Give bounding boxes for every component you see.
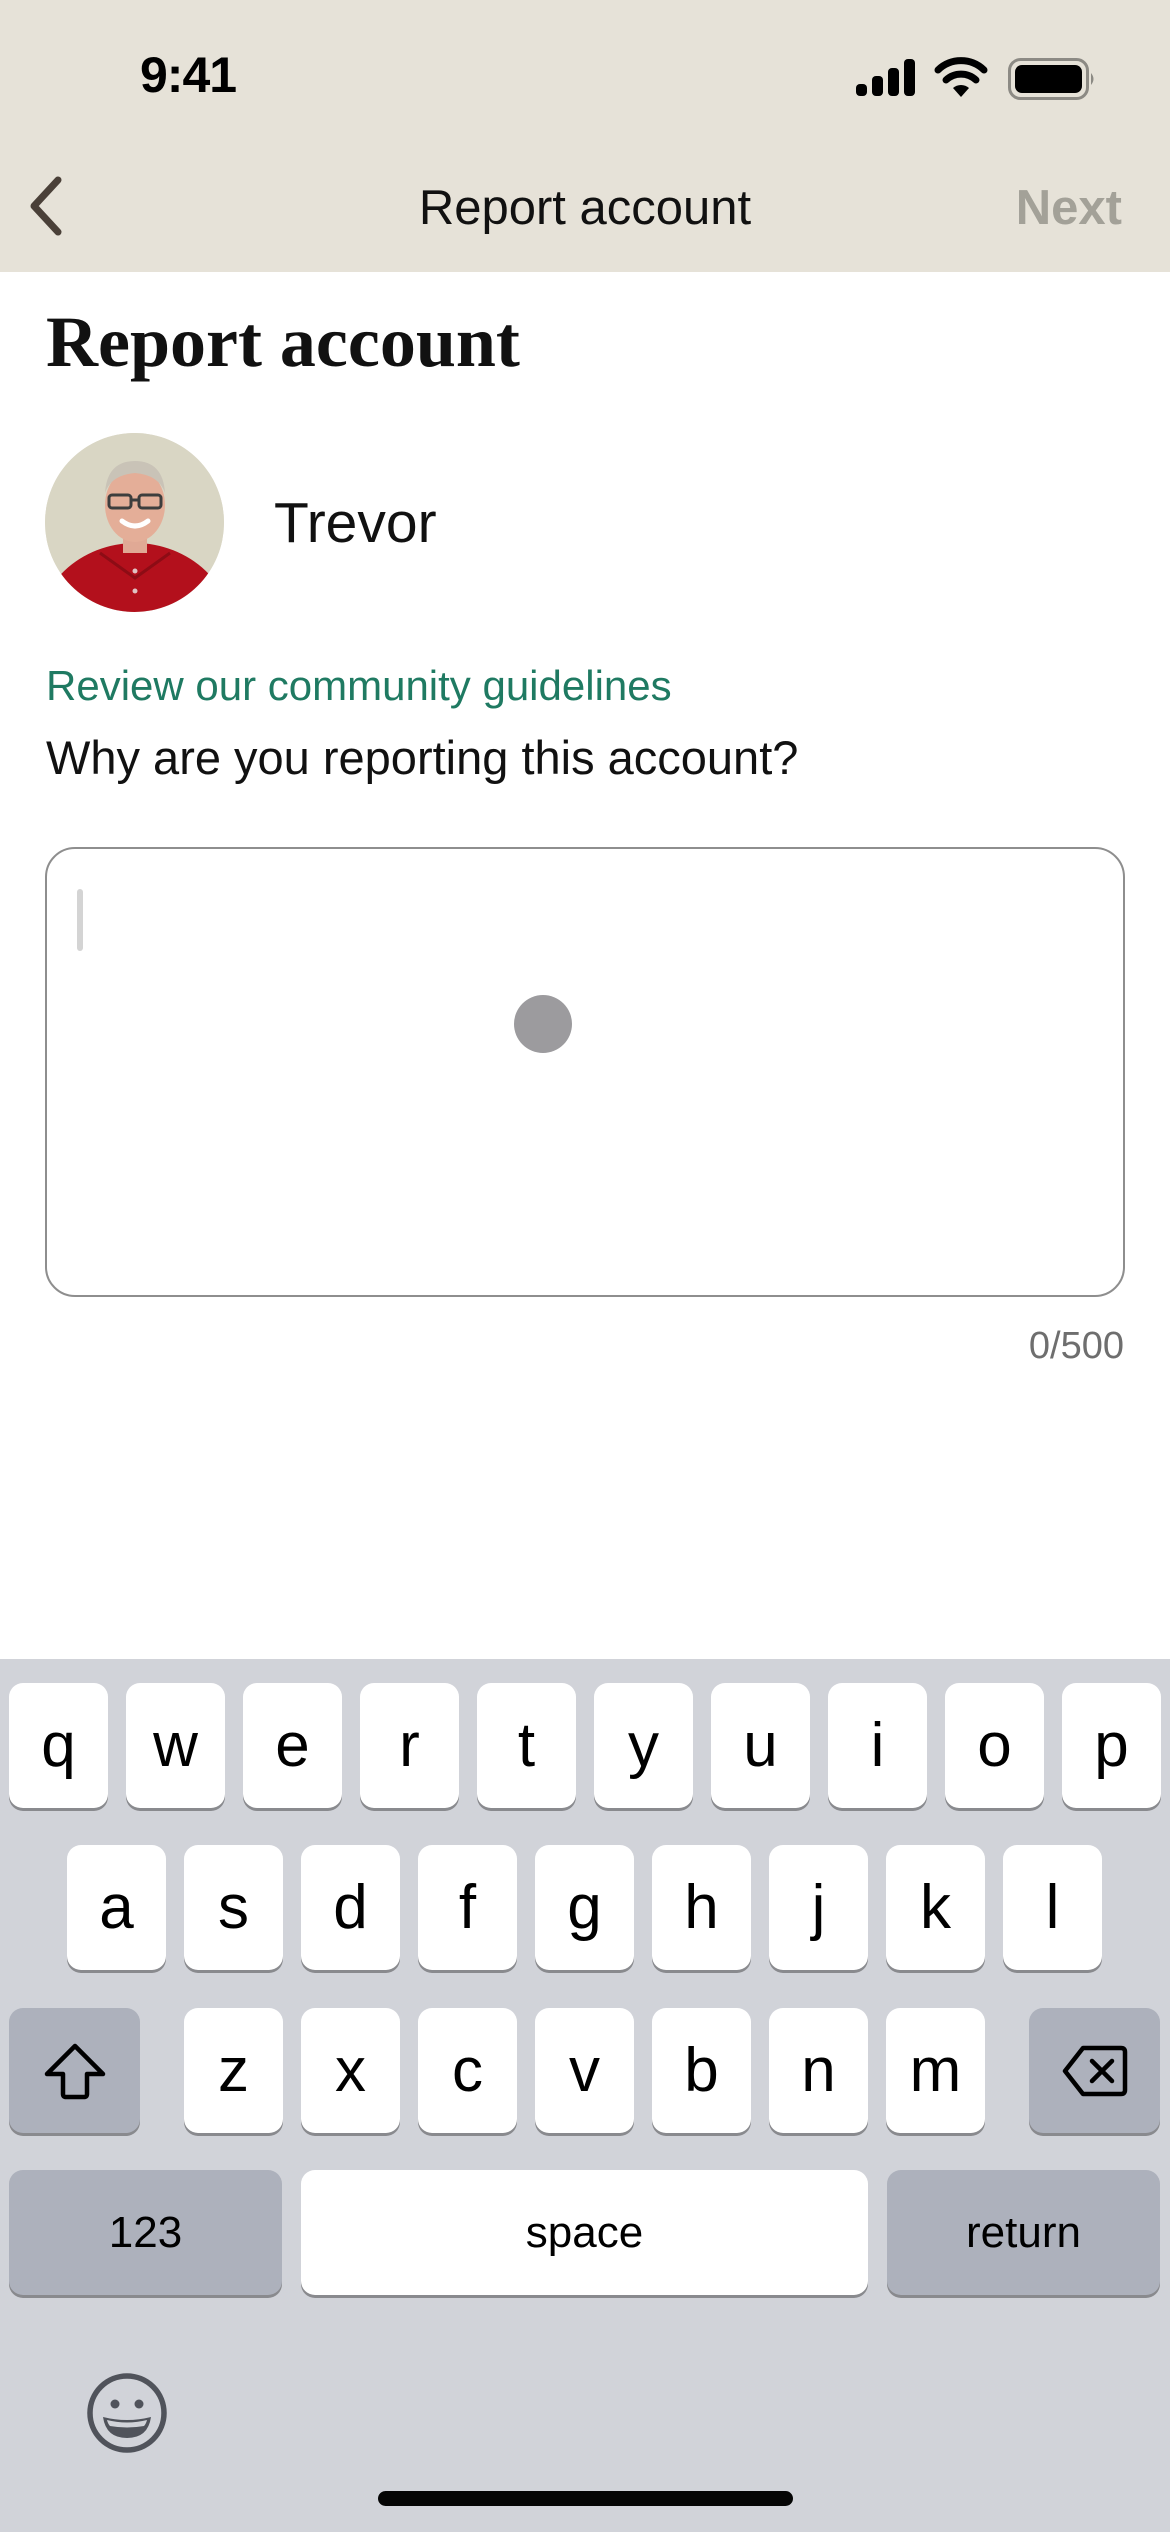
key-j[interactable]: j [769,1845,868,1970]
reported-user-name: Trevor [274,491,437,555]
key-a[interactable]: a [67,1845,166,1970]
key-h[interactable]: h [652,1845,751,1970]
key-p[interactable]: p [1062,1683,1161,1808]
numbers-key[interactable]: 123 [9,2170,282,2295]
key-v[interactable]: v [535,2008,634,2133]
wifi-icon [934,57,988,97]
battery-icon [1008,58,1094,100]
emoji-button[interactable] [84,2370,170,2456]
key-u[interactable]: u [711,1683,810,1808]
header: 9:41 Report account Next [0,0,1170,272]
key-y[interactable]: y [594,1683,693,1808]
home-indicator [378,2491,793,2506]
key-g[interactable]: g [535,1845,634,1970]
report-reason-input[interactable] [45,847,1125,1297]
shift-icon [44,2043,105,2099]
delete-backspace-icon [1062,2045,1127,2096]
status-time: 9:41 [140,47,237,103]
key-q[interactable]: q [9,1683,108,1808]
key-c[interactable]: c [418,2008,517,2133]
avatar [45,433,224,612]
key-m[interactable]: m [886,2008,985,2133]
character-counter: 0/500 [1028,1325,1124,1367]
cellular-signal-icon [856,59,915,96]
page-title: Report account [46,302,520,382]
key-l[interactable]: l [1003,1845,1102,1970]
key-o[interactable]: o [945,1683,1044,1808]
profile-photo [45,433,224,612]
text-caret [77,889,83,951]
key-t[interactable]: t [477,1683,576,1808]
key-w[interactable]: w [126,1683,225,1808]
space-key[interactable]: space [301,2170,868,2295]
key-f[interactable]: f [418,1845,517,1970]
delete-key[interactable] [1029,2008,1160,2133]
return-key[interactable]: return [887,2170,1160,2295]
key-i[interactable]: i [828,1683,927,1808]
key-k[interactable]: k [886,1845,985,1970]
emoji-icon [87,2373,167,2453]
touch-indicator [514,995,572,1053]
key-e[interactable]: e [243,1683,342,1808]
key-z[interactable]: z [184,2008,283,2133]
next-button[interactable]: Next [1016,178,1122,238]
report-question-label: Why are you reporting this account? [46,731,799,784]
key-n[interactable]: n [769,2008,868,2133]
nav-title: Report account [418,181,752,235]
key-r[interactable]: r [360,1683,459,1808]
key-b[interactable]: b [652,2008,751,2133]
community-guidelines-link[interactable]: Review our community guidelines [46,660,672,712]
key-s[interactable]: s [184,1845,283,1970]
shift-key[interactable] [9,2008,140,2133]
key-x[interactable]: x [301,2008,400,2133]
key-d[interactable]: d [301,1845,400,1970]
